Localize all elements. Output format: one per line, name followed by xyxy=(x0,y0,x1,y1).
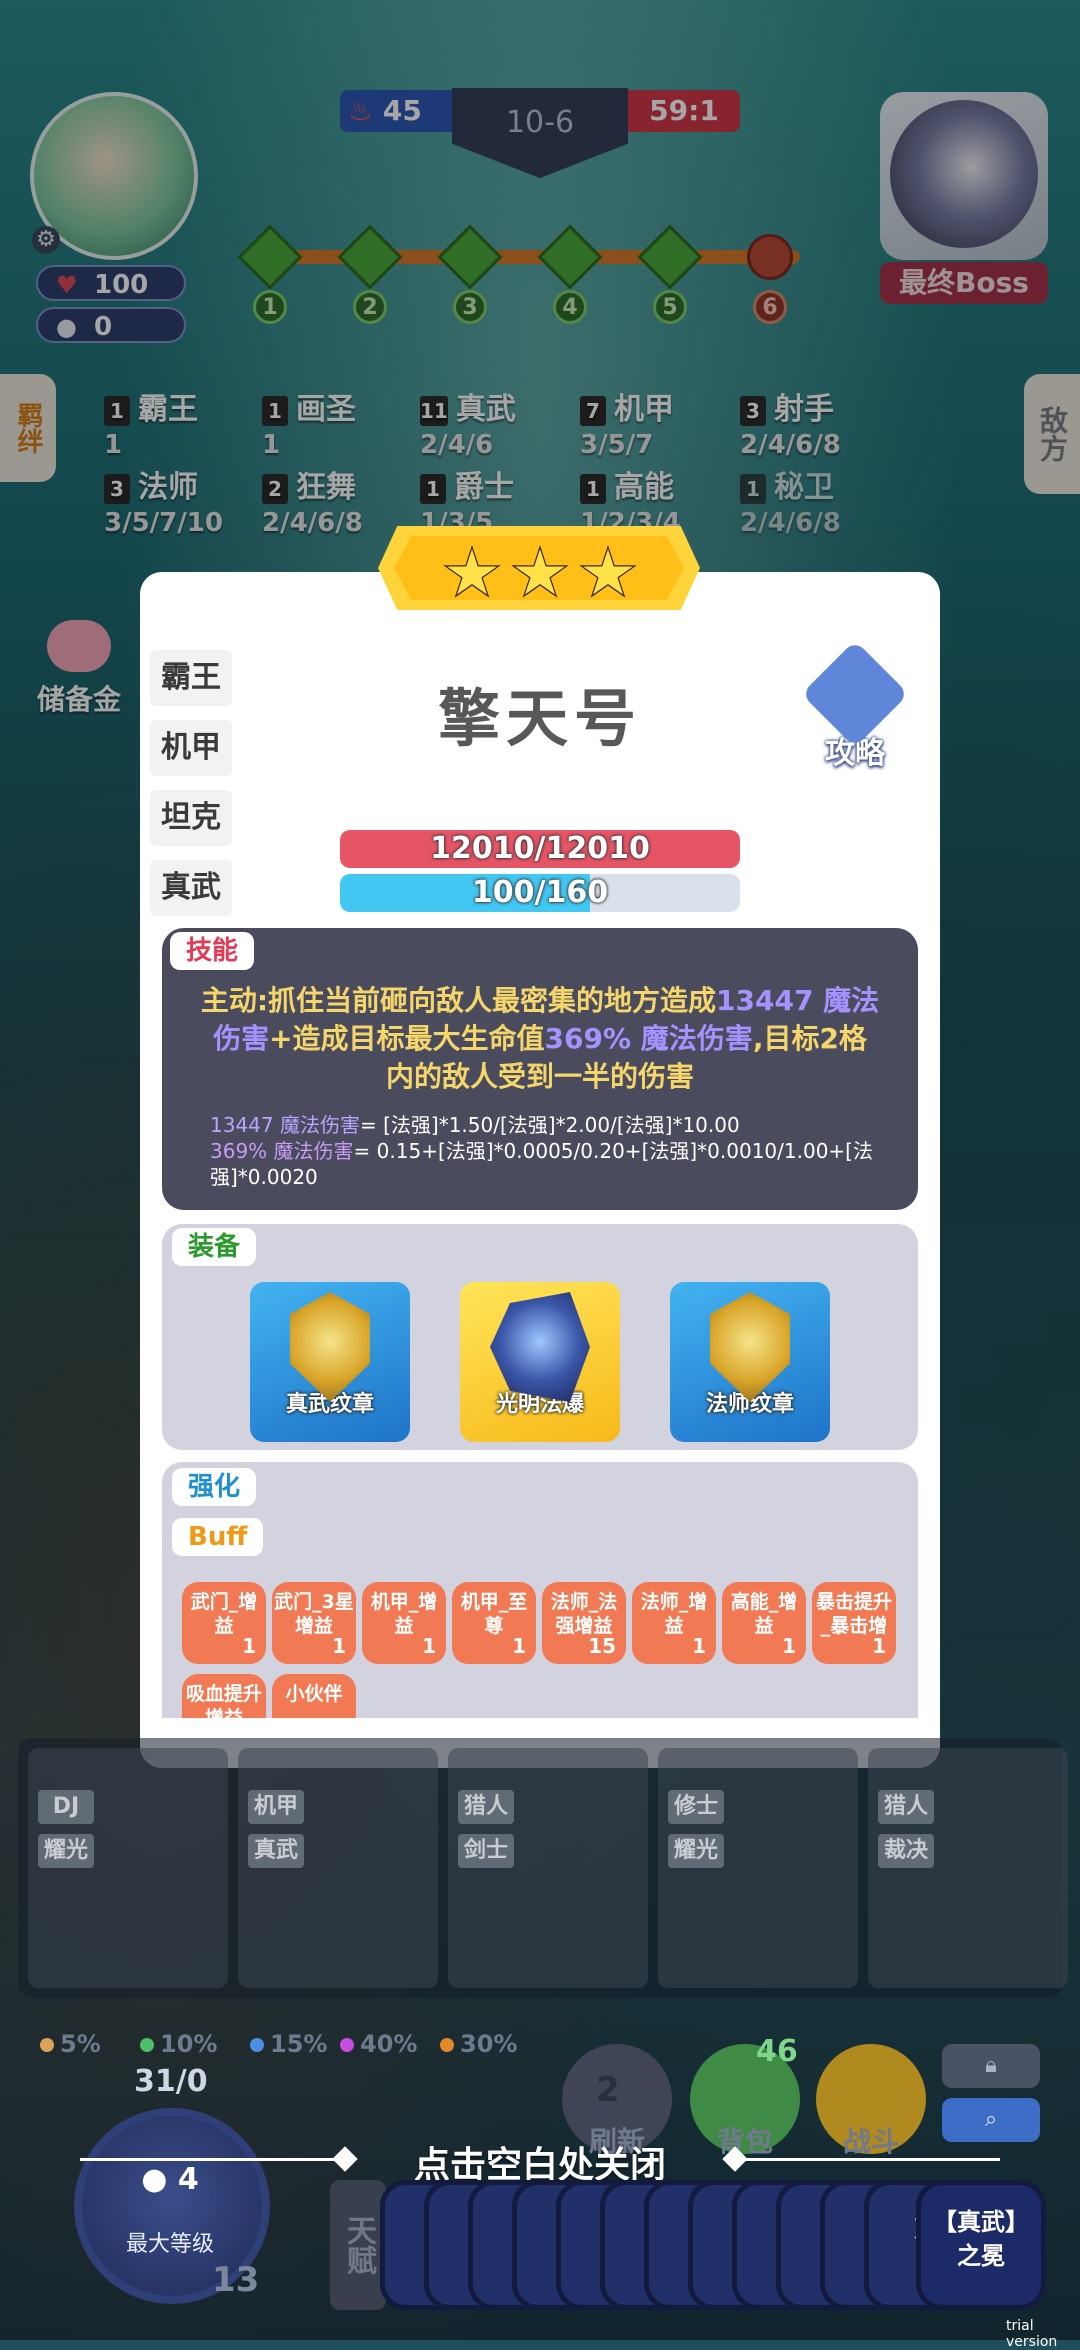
trait-tag[interactable]: 真武 xyxy=(150,860,232,916)
bench-trait-label: 耀光 xyxy=(668,1834,724,1868)
guide-button[interactable]: 攻略 xyxy=(800,640,910,771)
tab-talent[interactable]: 天赋 xyxy=(330,2180,386,2310)
bench-slot[interactable] xyxy=(868,1748,1068,1988)
skill-formula: 13447 魔法伤害= [法强]*1.50/[法强]*2.00/[法强]*10.… xyxy=(210,1113,873,1189)
trait-tag[interactable]: 机甲 xyxy=(150,720,232,776)
odds-value: 5% xyxy=(60,2030,101,2058)
level-xp: 31/0 xyxy=(134,2064,208,2099)
equipment-section-tag: 装备 xyxy=(172,1228,257,1266)
bench-slot[interactable] xyxy=(658,1748,858,1988)
buff-name: 法师_法强增益 xyxy=(550,1591,618,1637)
hero-name: 擎天号 xyxy=(437,682,642,755)
odds-dot xyxy=(340,2038,354,2052)
odds-value: 30% xyxy=(460,2030,518,2058)
shop-odds: 30% xyxy=(440,2030,517,2058)
bench-trait-label: 裁决 xyxy=(878,1834,934,1868)
buff-item[interactable]: 法师_法强增益 15 xyxy=(542,1582,626,1664)
equipment-slot[interactable]: 法师纹章 xyxy=(670,1282,830,1442)
lock-button[interactable]: 🔒︎ xyxy=(942,2044,1040,2088)
trait-tag[interactable]: 坦克 xyxy=(150,790,232,846)
enhance-section-tag: 强化 xyxy=(172,1468,257,1506)
search-icon: ⌕ xyxy=(984,2107,998,2132)
hint-divider-right xyxy=(730,2158,1000,2161)
odds-dot xyxy=(40,2038,54,2052)
level-cost: ● 4 xyxy=(141,2162,199,2197)
buff-name: 武门_增益 xyxy=(190,1591,258,1637)
backpack-count: 46 xyxy=(756,2034,798,2069)
buff-item[interactable]: 机甲_增益 1 xyxy=(362,1582,446,1664)
buff-item[interactable]: 暴击提升_暴击增 1 xyxy=(812,1582,896,1664)
search-button[interactable]: ⌕ xyxy=(942,2098,1040,2142)
hero-hp-bar: 12010/12010 xyxy=(340,830,740,868)
hero-mana-text: 100/160 xyxy=(471,875,609,910)
buff-name: 机甲_至尊 xyxy=(460,1591,528,1637)
shop-odds: 5% xyxy=(40,2030,101,2058)
buff-section-tag: Buff xyxy=(172,1518,264,1556)
equipment-slot[interactable]: 光明法爆 xyxy=(460,1282,620,1442)
talent-card-selected[interactable]: 【真武】之冕 xyxy=(916,2180,1046,2310)
odds-dot xyxy=(250,2038,264,2052)
trait-tag[interactable]: 霸王 xyxy=(150,650,232,706)
bench-trait-label: 猎人 xyxy=(878,1790,934,1824)
bench-trait-label: 真武 xyxy=(248,1834,304,1868)
bench-trait-label: 猎人 xyxy=(458,1790,514,1824)
buff-item[interactable]: 法师_增益 1 xyxy=(632,1582,716,1664)
lock-icon: 🔒︎ xyxy=(985,2053,997,2078)
skill-description: 主动:抓住当前砸向敌人最密集的地方造成13447 魔法伤害+造成目标最大生命值3… xyxy=(200,984,880,1093)
level-label: 最大等级 xyxy=(125,2232,214,2257)
buff-name: 暴击提升_暴击增 xyxy=(815,1591,892,1637)
coin-icon: ● xyxy=(141,2162,168,2197)
shop-odds: 40% xyxy=(340,2030,417,2058)
bench-slot[interactable] xyxy=(238,1748,438,1988)
buff-item[interactable]: 高能_增益 1 xyxy=(722,1582,806,1664)
bench-trait-label: 耀光 xyxy=(38,1834,94,1868)
player-level: 13 xyxy=(212,2260,260,2300)
buff-name: 机甲_增益 xyxy=(370,1591,438,1637)
bench-trait-label: 机甲 xyxy=(248,1790,304,1824)
buff-name: 高能_增益 xyxy=(730,1591,798,1637)
bench-trait-label: 修士 xyxy=(668,1790,724,1824)
bench-slot[interactable] xyxy=(448,1748,648,1988)
refresh-cost: 2 xyxy=(596,2070,620,2110)
odds-dot xyxy=(440,2038,454,2052)
shop-odds: 15% xyxy=(250,2030,327,2058)
skill-section-tag: 技能 xyxy=(170,932,255,970)
buff-item[interactable]: 武门_增益 1 xyxy=(182,1582,266,1664)
bench-slot[interactable] xyxy=(28,1748,228,1988)
buff-item[interactable]: 机甲_至尊 1 xyxy=(452,1582,536,1664)
buff-item[interactable]: 武门_3星增益 1 xyxy=(272,1582,356,1664)
buff-name: 法师_增益 xyxy=(640,1591,708,1637)
odds-value: 40% xyxy=(360,2030,418,2058)
odds-dot xyxy=(140,2038,154,2052)
equipment-slot[interactable]: 真武纹章 xyxy=(250,1282,410,1442)
shop-odds: 10% xyxy=(140,2030,217,2058)
buff-name: 武门_3星增益 xyxy=(274,1591,354,1637)
trial-watermark: trial version xyxy=(1006,2318,1058,2350)
odds-value: 15% xyxy=(270,2030,328,2058)
hero-trait-list: 霸王 机甲 坦克 真武 xyxy=(150,650,232,930)
bench-trait-label: 剑士 xyxy=(458,1834,514,1868)
bench-trait-label: DJ xyxy=(38,1790,94,1824)
fight-label: 战斗 xyxy=(842,2125,899,2158)
odds-value: 10% xyxy=(160,2030,218,2058)
